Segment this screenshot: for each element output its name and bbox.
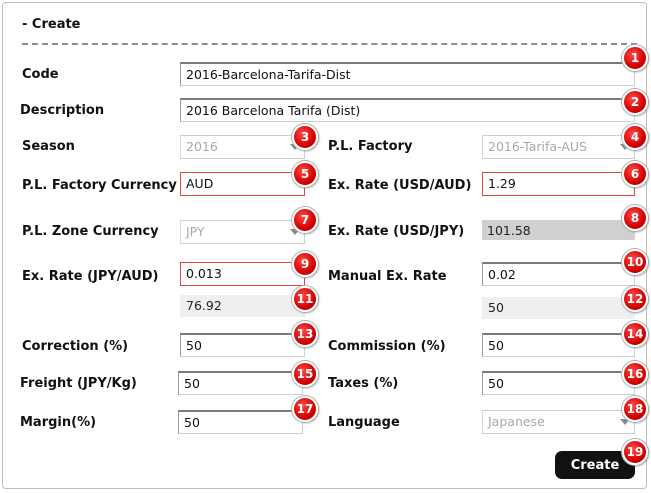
- badge-6: 6: [622, 161, 648, 187]
- manual-ex-rate-label: Manual Ex. Rate: [328, 269, 447, 284]
- language-label: Language: [328, 415, 400, 430]
- season-select[interactable]: 2016: [180, 135, 305, 159]
- computed-rate-right: 50: [482, 297, 635, 319]
- badge-11: 11: [292, 286, 318, 312]
- taxes-input[interactable]: 50: [482, 371, 635, 395]
- pl-factory-select[interactable]: 2016-Tarifa-AUS: [482, 135, 635, 159]
- badge-2: 2: [622, 89, 648, 115]
- season-label: Season: [22, 139, 75, 154]
- taxes-label: Taxes (%): [328, 376, 399, 391]
- manual-ex-rate-input[interactable]: 0.02: [482, 262, 635, 286]
- ex-rate-usd-jpy-value: 101.58: [482, 220, 635, 240]
- code-label: Code: [22, 67, 59, 82]
- badge-7: 7: [292, 207, 318, 233]
- badge-17: 17: [292, 396, 318, 422]
- badge-15: 15: [292, 361, 318, 387]
- badge-19: 19: [622, 439, 648, 465]
- badge-14: 14: [622, 321, 648, 347]
- ex-rate-usd-aud-label: Ex. Rate (USD/AUD): [328, 178, 472, 193]
- section-divider: [22, 43, 637, 45]
- margin-label: Margin(%): [20, 415, 97, 430]
- badge-5: 5: [292, 161, 318, 187]
- pl-factory-label: P.L. Factory: [328, 139, 413, 154]
- season-value: 2016: [186, 139, 218, 154]
- badge-8: 8: [622, 205, 648, 231]
- freight-input[interactable]: 50: [178, 371, 303, 395]
- ex-rate-jpy-aud-input[interactable]: 0.013: [180, 262, 305, 286]
- badge-4: 4: [622, 124, 648, 150]
- badge-9: 9: [292, 251, 318, 277]
- language-select[interactable]: Japanese: [482, 410, 635, 434]
- badge-16: 16: [622, 361, 648, 387]
- ex-rate-jpy-aud-label: Ex. Rate (JPY/AUD): [22, 269, 159, 284]
- pl-zone-currency-select[interactable]: JPY: [180, 220, 305, 244]
- pl-factory-value: 2016-Tarifa-AUS: [488, 139, 587, 154]
- correction-label: Correction (%): [22, 339, 129, 354]
- description-input[interactable]: 2016 Barcelona Tarifa (Dist): [180, 98, 635, 122]
- margin-input[interactable]: 50: [178, 410, 303, 434]
- code-input[interactable]: 2016-Barcelona-Tarifa-Dist: [180, 62, 635, 86]
- badge-10: 10: [622, 249, 648, 275]
- ex-rate-usd-jpy-label: Ex. Rate (USD/JPY): [328, 224, 465, 239]
- commission-label: Commission (%): [328, 339, 446, 354]
- pl-zone-currency-value: JPY: [186, 224, 205, 239]
- badge-12: 12: [622, 286, 648, 312]
- computed-rate-left: 76.92: [180, 295, 305, 317]
- pl-zone-currency-label: P.L. Zone Currency: [22, 224, 159, 239]
- badge-13: 13: [292, 321, 318, 347]
- badge-18: 18: [622, 396, 648, 422]
- pl-factory-currency-input[interactable]: AUD: [180, 172, 305, 196]
- correction-input[interactable]: 50: [180, 333, 305, 357]
- description-label: Description: [20, 103, 105, 118]
- badge-3: 3: [292, 124, 318, 150]
- section-title[interactable]: - Create: [22, 17, 81, 32]
- ex-rate-usd-aud-input[interactable]: 1.29: [482, 172, 635, 196]
- freight-label: Freight (JPY/Kg): [20, 376, 137, 391]
- language-value: Japanese: [488, 414, 545, 429]
- commission-input[interactable]: 50: [482, 333, 635, 357]
- pl-factory-currency-label: P.L. Factory Currency: [22, 178, 177, 193]
- badge-1: 1: [622, 45, 648, 71]
